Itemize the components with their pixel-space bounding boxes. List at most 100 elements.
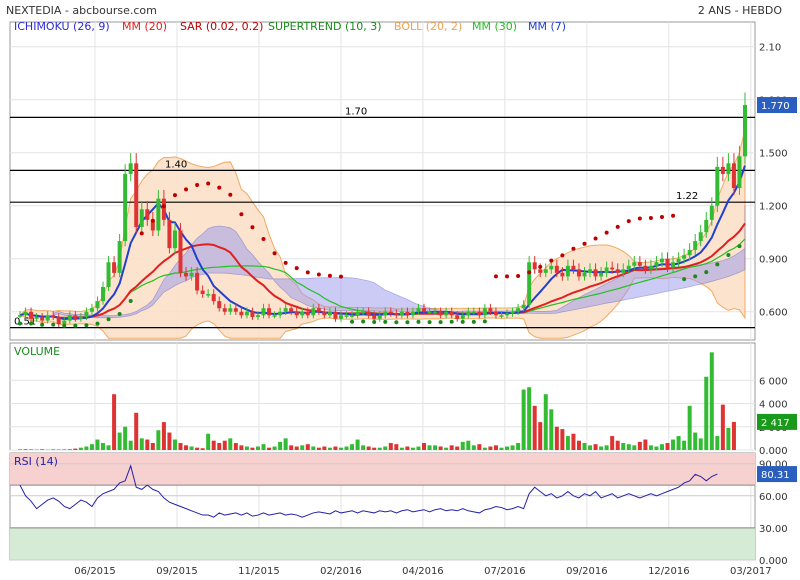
volume-bar	[582, 443, 587, 450]
volume-tick-label: 4 000	[759, 400, 788, 411]
candle-body	[300, 311, 305, 316]
volume-bar	[327, 447, 332, 450]
candle-body	[56, 317, 61, 325]
candle-body	[161, 198, 166, 220]
volume-bar	[466, 440, 471, 450]
volume-bar	[455, 446, 460, 450]
candle-body	[731, 163, 736, 189]
sar-dot	[139, 231, 144, 236]
volume-bar	[73, 448, 78, 450]
candle-body	[255, 315, 260, 318]
volume-bar	[604, 445, 609, 450]
volume-bar	[588, 445, 593, 450]
sar-dot	[405, 320, 410, 325]
rsi-tick-label: 60.00	[759, 492, 788, 503]
candle-body	[289, 308, 294, 312]
volume-bar	[410, 447, 415, 450]
candle-body	[394, 313, 399, 316]
volume-bar	[244, 446, 249, 450]
candle-body	[73, 315, 78, 319]
sar-dot	[294, 266, 299, 271]
sar-dot	[726, 252, 731, 257]
candle-body	[294, 311, 299, 316]
candle-body	[438, 311, 443, 316]
volume-bar	[560, 429, 565, 450]
volume-bar	[626, 444, 631, 450]
candle-body	[112, 262, 117, 273]
rsi-tick-label: 30.00	[759, 524, 788, 535]
volume-bar	[615, 440, 620, 450]
candle-body	[189, 272, 194, 277]
sar-dot	[29, 321, 34, 326]
sar-dot	[493, 274, 498, 279]
x-tick-label: 11/2015	[238, 566, 280, 577]
sar-dot	[316, 272, 321, 277]
volume-bar	[643, 439, 648, 450]
sar-dot	[582, 241, 587, 246]
volume-bar	[682, 440, 687, 450]
volume-bar	[422, 443, 427, 450]
candle-body	[272, 315, 277, 317]
candle-body	[554, 265, 559, 273]
candle-body	[51, 315, 56, 318]
candle-body	[172, 230, 177, 249]
volume-bar	[438, 446, 443, 450]
candle-body	[89, 308, 94, 312]
volume-bar	[493, 445, 498, 450]
volume-bar	[95, 439, 100, 450]
volume-bar	[29, 449, 34, 450]
candle-body	[422, 308, 427, 312]
candle-body	[704, 219, 709, 233]
candle-body	[167, 219, 172, 249]
sar-dot	[350, 319, 355, 324]
volume-bar	[278, 441, 283, 450]
volume-bar	[505, 446, 510, 450]
volume-bar	[488, 446, 493, 450]
candle-body	[571, 265, 576, 270]
candle-body	[250, 311, 255, 318]
candle-body	[322, 311, 327, 316]
volume-bar	[184, 445, 189, 450]
volume-bar	[23, 449, 28, 450]
candle-body	[355, 311, 360, 316]
candle-body	[327, 311, 332, 316]
volume-bar	[106, 445, 111, 450]
candle-body	[499, 315, 504, 317]
candle-body	[455, 315, 460, 319]
volume-bar	[538, 422, 543, 450]
volume-bar	[427, 445, 432, 450]
sar-dot	[18, 321, 22, 326]
candle-body	[305, 311, 310, 316]
candle-body	[84, 311, 89, 318]
candle-body	[682, 255, 687, 259]
candle-body	[377, 315, 382, 319]
sar-dot	[239, 212, 244, 217]
volume-bar	[333, 446, 338, 450]
candle-body	[106, 262, 111, 287]
legend-item: MM (7)	[528, 20, 566, 33]
candle-body	[372, 315, 377, 319]
candle-body	[565, 265, 570, 277]
candle-body	[543, 269, 548, 273]
candle-body	[665, 258, 670, 268]
sar-dot	[682, 277, 687, 282]
volume-bar	[715, 436, 720, 450]
sar-dot	[372, 320, 377, 325]
candle-body	[433, 311, 438, 314]
volume-bar	[294, 446, 299, 450]
volume-bar	[222, 440, 227, 450]
volume-bar	[189, 446, 194, 450]
candle-body	[626, 265, 631, 270]
sar-dot	[195, 182, 200, 187]
volume-bar	[698, 438, 703, 450]
y-tick-label: 1.200	[759, 202, 788, 213]
volume-bar	[416, 446, 421, 450]
candle-body	[261, 308, 266, 316]
sar-dot	[416, 319, 421, 324]
sar-dot	[117, 312, 122, 317]
candle-body	[527, 262, 532, 305]
indicator-legend: ICHIMOKU (26, 9) MM (20) SAR (0.02, 0.2) SU…	[14, 20, 566, 33]
volume-bar	[206, 433, 211, 450]
volume-bar	[311, 446, 316, 450]
volume-bar	[648, 445, 653, 450]
